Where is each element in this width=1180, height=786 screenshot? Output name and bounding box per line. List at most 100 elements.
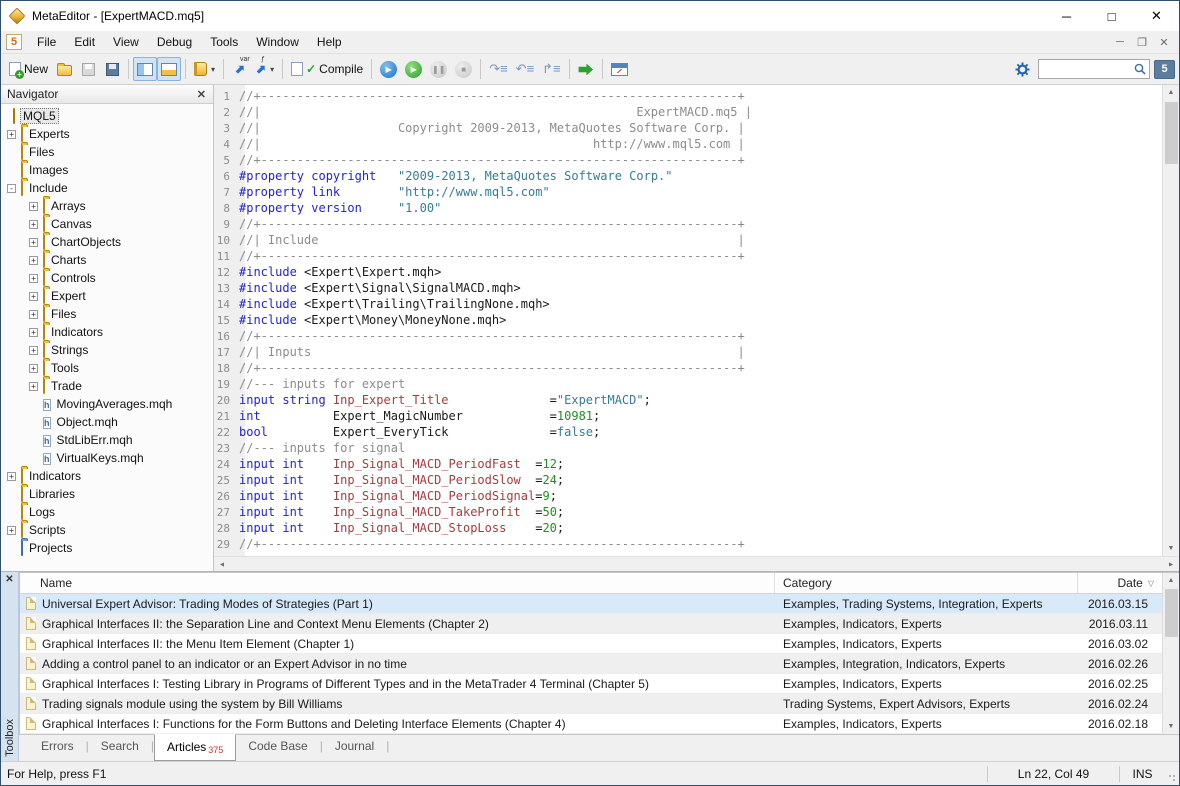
tree-item-strings[interactable]: +Strings — [1, 341, 213, 359]
code-line[interactable]: 10//| Include | — [214, 232, 1162, 248]
tab-articles[interactable]: Articles375 — [154, 734, 236, 761]
expand-icon[interactable]: + — [7, 526, 16, 535]
code-line[interactable]: 7#property link "http://www.mql5.com" — [214, 184, 1162, 200]
save-button[interactable] — [76, 57, 100, 81]
goto-variable-button[interactable]: var⬈ — [228, 57, 252, 81]
tree-item-controls[interactable]: +Controls — [1, 269, 213, 287]
maximize-button[interactable]: □ — [1089, 1, 1134, 31]
column-header-date[interactable]: Date▽ — [1078, 573, 1162, 593]
code-line[interactable]: 3//| Copyright 2009-2013, MetaQuotes Sof… — [214, 120, 1162, 136]
tree-item-indicators[interactable]: +Indicators — [1, 467, 213, 485]
article-row[interactable]: Universal Expert Advisor: Trading Modes … — [20, 594, 1162, 614]
start-debug-realtime-button[interactable]: ▶ — [376, 57, 401, 81]
minimize-button[interactable]: ─ — [1044, 1, 1089, 31]
code-line[interactable]: 18//+-----------------------------------… — [214, 360, 1162, 376]
toggle-navigator-button[interactable] — [133, 57, 157, 81]
tree-item-stdliberr-mqh[interactable]: hStdLibErr.mqh — [1, 431, 213, 449]
tree-item-libraries[interactable]: Libraries — [1, 485, 213, 503]
code-line[interactable]: 2//| ExpertMACD.mq5 | — [214, 104, 1162, 120]
scroll-right-icon[interactable]: ▲ — [1163, 556, 1178, 573]
tab-journal[interactable]: Journal — [323, 735, 386, 758]
expand-icon[interactable]: + — [29, 292, 38, 301]
expand-icon[interactable]: + — [29, 256, 38, 265]
expand-icon[interactable]: + — [29, 202, 38, 211]
code-line[interactable]: 24input int Inp_Signal_MACD_PeriodFast =… — [214, 456, 1162, 472]
code-line[interactable]: 4//| http://www.mql5.com | — [214, 136, 1162, 152]
code-line[interactable]: 6#property copyright "2009-2013, MetaQuo… — [214, 168, 1162, 184]
menu-item-view[interactable]: View — [104, 32, 148, 52]
tree-item-logs[interactable]: Logs — [1, 503, 213, 521]
code-line[interactable]: 13#include <Expert\Signal\SignalMACD.mqh… — [214, 280, 1162, 296]
toggle-toolbox-button[interactable] — [157, 57, 181, 81]
tree-item-files[interactable]: +Files — [1, 305, 213, 323]
tree-item-indicators[interactable]: +Indicators — [1, 323, 213, 341]
step-out-button[interactable]: ↱≡ — [538, 57, 564, 81]
tab-code-base[interactable]: Code Base — [236, 735, 319, 758]
column-header-category[interactable]: Category — [775, 573, 1078, 593]
close-button[interactable]: ✕ — [1134, 1, 1179, 31]
menu-item-tools[interactable]: Tools — [201, 32, 247, 52]
tree-item-object-mqh[interactable]: hObject.mqh — [1, 413, 213, 431]
expand-icon[interactable]: + — [29, 274, 38, 283]
expand-icon[interactable]: + — [29, 238, 38, 247]
search-icon[interactable] — [1133, 62, 1147, 76]
article-row[interactable]: Adding a control panel to an indicator o… — [20, 654, 1162, 674]
articles-vertical-scrollbar[interactable]: ▲ ▼ — [1162, 573, 1179, 734]
step-over-button[interactable]: ↶≡ — [512, 57, 538, 81]
editor-vertical-scrollbar[interactable]: ▲ ▼ — [1162, 85, 1179, 556]
tree-item-tools[interactable]: +Tools — [1, 359, 213, 377]
tree-item-canvas[interactable]: +Canvas — [1, 215, 213, 233]
expand-icon[interactable]: + — [29, 382, 38, 391]
mdi-close-button[interactable]: ✕ — [1153, 33, 1175, 51]
mql5-community-button[interactable]: 5 — [1154, 60, 1175, 79]
open-terminal-button[interactable] — [607, 57, 632, 81]
code-line[interactable]: 27input int Inp_Signal_MACD_TakeProfit =… — [214, 504, 1162, 520]
tree-item-arrays[interactable]: +Arrays — [1, 197, 213, 215]
scroll-down-icon[interactable]: ▼ — [1163, 541, 1180, 556]
stop-debug-button[interactable]: ■ — [451, 57, 476, 81]
code-line[interactable]: 22bool Expert_EveryTick =false; — [214, 424, 1162, 440]
code-line[interactable]: 8#property version "1.00" — [214, 200, 1162, 216]
save-all-button[interactable] — [100, 57, 124, 81]
menu-item-debug[interactable]: Debug — [148, 32, 201, 52]
toolbox-close-icon[interactable]: ✕ — [5, 574, 13, 585]
tree-item-charts[interactable]: +Charts — [1, 251, 213, 269]
scroll-thumb[interactable] — [1165, 102, 1178, 164]
code-line[interactable]: 5//+------------------------------------… — [214, 152, 1162, 168]
new-button[interactable]: + New — [5, 57, 52, 81]
code-line[interactable]: 26input int Inp_Signal_MACD_PeriodSignal… — [214, 488, 1162, 504]
tab-errors[interactable]: Errors — [29, 735, 86, 758]
code-line[interactable]: 19//--- inputs for expert — [214, 376, 1162, 392]
navigator-close-icon[interactable]: ✕ — [194, 88, 209, 101]
tree-item-files[interactable]: Files — [1, 143, 213, 161]
article-row[interactable]: Graphical Interfaces I: Functions for th… — [20, 714, 1162, 734]
tree-item-projects[interactable]: Projects — [1, 539, 213, 557]
tree-item-virtualkeys-mqh[interactable]: hVirtualKeys.mqh — [1, 449, 213, 467]
collapse-icon[interactable]: - — [7, 184, 16, 193]
code-line[interactable]: 29//+-----------------------------------… — [214, 536, 1162, 552]
mdi-restore-button[interactable]: ❐ — [1131, 33, 1153, 51]
code-line[interactable]: 28input int Inp_Signal_MACD_StopLoss =20… — [214, 520, 1162, 536]
code-line[interactable]: 16//+-----------------------------------… — [214, 328, 1162, 344]
editor-horizontal-scrollbar[interactable]: ▲ ▲ — [214, 556, 1179, 571]
menu-item-edit[interactable]: Edit — [65, 32, 104, 52]
tree-item-mql5[interactable]: MQL5 — [1, 107, 213, 125]
search-input[interactable] — [1039, 61, 1133, 77]
scroll-down-icon[interactable]: ▼ — [1163, 719, 1180, 734]
code-line[interactable]: 1//+------------------------------------… — [214, 88, 1162, 104]
mdi-minimize-button[interactable]: ─ — [1109, 33, 1131, 51]
article-row[interactable]: Trading signals module using the system … — [20, 694, 1162, 714]
expand-icon[interactable]: + — [29, 310, 38, 319]
compile-button[interactable]: ✓ Compile — [287, 57, 367, 81]
expand-icon[interactable]: + — [7, 130, 16, 139]
tree-item-include[interactable]: -Include — [1, 179, 213, 197]
step-into-button[interactable]: ↷≡ — [485, 57, 511, 81]
tree-item-images[interactable]: Images — [1, 161, 213, 179]
expand-icon[interactable]: + — [29, 328, 38, 337]
code-line[interactable]: 11//+-----------------------------------… — [214, 248, 1162, 264]
code-line[interactable]: 25input int Inp_Signal_MACD_PeriodSlow =… — [214, 472, 1162, 488]
tab-search[interactable]: Search — [89, 735, 151, 758]
article-row[interactable]: Graphical Interfaces II: the Separation … — [20, 614, 1162, 634]
resize-grip[interactable] — [1165, 762, 1179, 785]
expand-icon[interactable]: + — [7, 472, 16, 481]
